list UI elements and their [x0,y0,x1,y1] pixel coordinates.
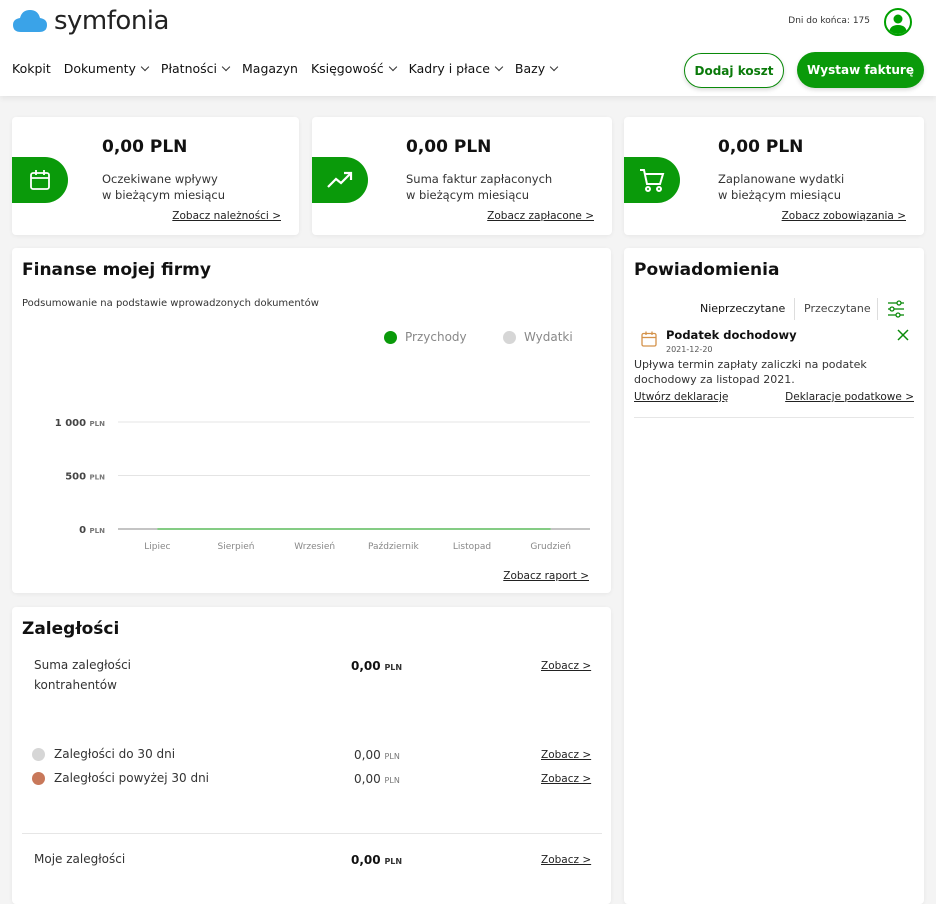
nav-magazyn[interactable]: Magazyn [242,61,298,76]
arrears-over-30-label: Zaległości powyżej 30 dni [54,771,210,785]
my-arrears-label: Moje zaległości [34,852,126,866]
arrears-card: Zaległości Suma zaległości kontrahentów 0… [12,607,611,904]
chevron-down-icon [494,62,504,72]
trending-up-icon [312,157,368,203]
arrears-dot-over-30 [32,772,45,785]
stat-card-planned-expenses: 0,00 PLN Zaplanowane wydatki w bieżącym m… [624,117,924,235]
y-tick-unit: PLN [90,527,106,535]
my-arrears-see-link[interactable]: Zobacz > [541,854,591,866]
notifications-title: Powiadomienia [634,260,780,280]
nav-platnosci[interactable]: Płatności [161,61,231,76]
notification-title: Podatek dochodowy [666,328,797,342]
close-icon[interactable] [896,327,910,346]
top-header: symfonia Dni do końca: 175 Kokpit Dokume… [0,0,936,96]
user-avatar-icon[interactable] [884,8,912,36]
x-tick-label-3: Październik [368,542,419,552]
x-tick-label-2: Wrzesień [294,542,335,552]
arrears-divider [22,833,602,834]
finance-chart: 0 PLN 500 PLN 1 000 PLN Lipiec Sierpień Wrzes… [55,418,590,552]
stat-value: 0,00 PLN [718,137,804,157]
logo[interactable]: symfonia [12,6,169,36]
arrears-30-value: 0,00 PLN [354,748,400,762]
nav-ksiegowosc[interactable]: Księgowość [311,61,397,76]
y-tick-label-2: 1 000 PLN [55,418,105,429]
finance-card: Finanse mojej firmy Podsumowanie na pods… [12,248,611,593]
chevron-down-icon [221,62,231,72]
chevron-down-icon [140,62,150,72]
tab-separator [794,298,795,320]
filter-sliders-icon[interactable] [886,299,906,323]
see-receivables-link[interactable]: Zobacz należności > [172,210,281,222]
arrears-sum-value: 0,00 PLN [351,659,403,673]
y-tick-label-1: 500 PLN [65,472,105,483]
calendar-icon [12,157,68,203]
nav-kokpit[interactable]: Kokpit [12,61,51,76]
stat-label: Suma faktur zapłaconych w bieżącym miesią… [406,172,553,202]
arrears-30-see-link[interactable]: Zobacz > [541,749,591,761]
arrears-over-30-see-link[interactable]: Zobacz > [541,773,591,785]
nav-kadry[interactable]: Kadry i płace [409,61,504,76]
notification-calendar-icon [640,330,658,352]
arrears-30-label: Zaległości do 30 dni [54,747,176,761]
arrears-title: Zaległości [22,619,120,639]
notification-date: 2021-12-20 [666,345,713,354]
y-tick-label-0: 0 PLN [79,525,105,536]
y-tick-unit: PLN [90,420,106,428]
notification-body: Upływa termin zapłaty zaliczki na podate… [634,358,867,386]
notification-tabs: Nieprzeczytane Przeczytane [624,296,924,322]
tab-separator [877,298,878,320]
notification-divider [634,417,914,418]
x-tick-label-0: Lipiec [144,542,170,552]
x-tick-label-5: Grudzień [530,542,571,552]
add-cost-button[interactable]: Dodaj koszt [684,53,784,88]
y-tick-unit: PLN [90,474,106,482]
issue-invoice-button[interactable]: Wystaw fakturę [797,52,924,88]
chevron-down-icon [549,62,559,72]
tab-unread[interactable]: Nieprzeczytane [700,302,785,315]
tab-read[interactable]: Przeczytane [804,302,871,315]
see-liabilities-link[interactable]: Zobacz zobowiązania > [782,210,906,222]
stat-value: 0,00 PLN [406,137,492,157]
arrears-dot-30 [32,748,45,761]
x-tick-label-1: Sierpień [218,542,255,552]
stat-label: Oczekiwane wpływy w bieżącym miesiącu [102,172,226,202]
notifications-card: Powiadomienia Nieprzeczytane Przeczytane… [624,248,924,904]
stat-card-paid-invoices: 0,00 PLN Suma faktur zapłaconych w bieżąc… [312,117,612,235]
cart-icon [624,157,680,203]
logo-text: symfonia [54,6,169,36]
create-declaration-link[interactable]: Utwórz deklarację [634,391,728,403]
main-nav: Kokpit Dokumenty Płatności Magazyn Księg… [12,61,559,76]
arrears-sum-label: Suma zaległości kontrahentów [34,658,132,692]
x-tick-label-4: Listopad [453,542,491,552]
arrears-over-30-value: 0,00 PLN [354,772,400,786]
trial-days-left: Dni do końca: 175 [788,16,870,26]
nav-bazy[interactable]: Bazy [515,61,559,76]
arrears-sum-see-link[interactable]: Zobacz > [541,660,591,672]
see-report-link[interactable]: Zobacz raport > [503,570,589,582]
see-paid-link[interactable]: Zobacz zapłacone > [487,210,594,222]
my-arrears-value: 0,00 PLN [351,853,403,867]
nav-dokumenty[interactable]: Dokumenty [64,61,150,76]
cloud-icon [13,10,47,32]
stat-card-expected-income: 0,00 PLN Oczekiwane wpływy w bieżącym mie… [12,117,299,235]
stat-label: Zaplanowane wydatki w bieżącym miesiącu [718,172,845,202]
stat-value: 0,00 PLN [102,137,188,157]
tax-declarations-link[interactable]: Deklaracje podatkowe > [785,391,914,403]
chevron-down-icon [388,62,397,72]
